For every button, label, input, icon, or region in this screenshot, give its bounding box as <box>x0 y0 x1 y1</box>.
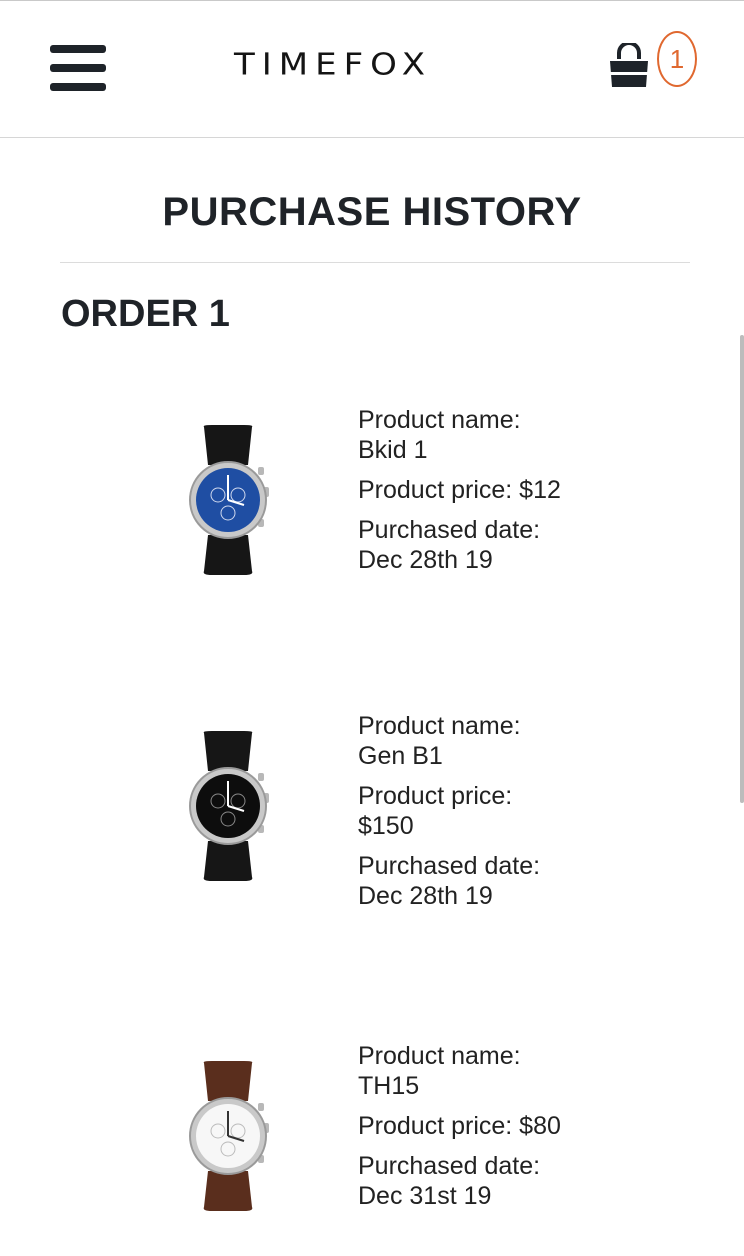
product-price-row: Product price: $12 <box>358 475 688 505</box>
product-info: Product name: TH15 Product price: $80 Pu… <box>358 1041 688 1221</box>
product-name-row: Product name: Bkid 1 <box>358 405 688 465</box>
product-price-label: Product price: $12 <box>358 476 561 504</box>
order-title: ORDER 1 <box>61 293 230 335</box>
purchased-date-label: Purchased date: <box>358 516 541 544</box>
watch-image[interactable] <box>182 1061 274 1211</box>
product-name-row: Product name: TH15 <box>358 1041 688 1101</box>
product-name: Gen B1 <box>358 742 443 770</box>
purchased-date: Dec 31st 19 <box>358 1182 492 1210</box>
product-item: Product name: Bkid 1 Product price: $12 … <box>0 405 744 605</box>
top-nav: TIMEFOX 1 <box>0 0 744 138</box>
purchased-date-row: Purchased date: Dec 31st 19 <box>358 1151 688 1211</box>
product-price-label: Product price: $80 <box>358 1112 561 1140</box>
scrollbar[interactable] <box>740 335 744 803</box>
product-item: Product name: Gen B1 Product price: $150… <box>0 711 744 911</box>
product-name-label: Product name: <box>358 1042 521 1070</box>
product-name: TH15 <box>358 1072 420 1100</box>
product-name-label: Product name: <box>358 712 521 740</box>
purchased-date-row: Purchased date: Dec 28th 19 <box>358 851 688 911</box>
purchased-date-label: Purchased date: <box>358 852 541 880</box>
product-price: $150 <box>358 812 414 840</box>
purchased-date: Dec 28th 19 <box>358 546 493 574</box>
hamburger-icon-bar <box>50 45 106 53</box>
cart-count-badge[interactable]: 1 <box>657 31 697 87</box>
product-name-row: Product name: Gen B1 <box>358 711 688 771</box>
brand-logo[interactable]: TIMEFOX <box>234 47 432 82</box>
product-item: Product name: TH15 Product price: $80 Pu… <box>0 1041 744 1241</box>
hamburger-icon-bar <box>50 64 106 72</box>
product-price-row: Product price: $80 <box>358 1111 688 1141</box>
page: TIMEFOX 1 PURCHASE HISTORY ORDER 1 Produ… <box>0 0 744 1256</box>
watch-image[interactable] <box>182 731 274 881</box>
product-name-label: Product name: <box>358 406 521 434</box>
product-price-label: Product price: <box>358 782 513 810</box>
hamburger-menu-button[interactable] <box>50 45 106 91</box>
shopping-bag-icon[interactable] <box>606 41 654 91</box>
product-name: Bkid 1 <box>358 436 428 464</box>
product-info: Product name: Gen B1 Product price: $150… <box>358 711 688 921</box>
purchased-date: Dec 28th 19 <box>358 882 493 910</box>
watch-image[interactable] <box>182 425 274 575</box>
purchased-date-row: Purchased date: Dec 28th 19 <box>358 515 688 575</box>
purchased-date-label: Purchased date: <box>358 1152 541 1180</box>
hamburger-icon-bar <box>50 83 106 91</box>
product-info: Product name: Bkid 1 Product price: $12 … <box>358 405 688 585</box>
product-price-row: Product price: $150 <box>358 781 688 841</box>
page-title: PURCHASE HISTORY <box>162 190 582 234</box>
divider <box>60 262 690 263</box>
